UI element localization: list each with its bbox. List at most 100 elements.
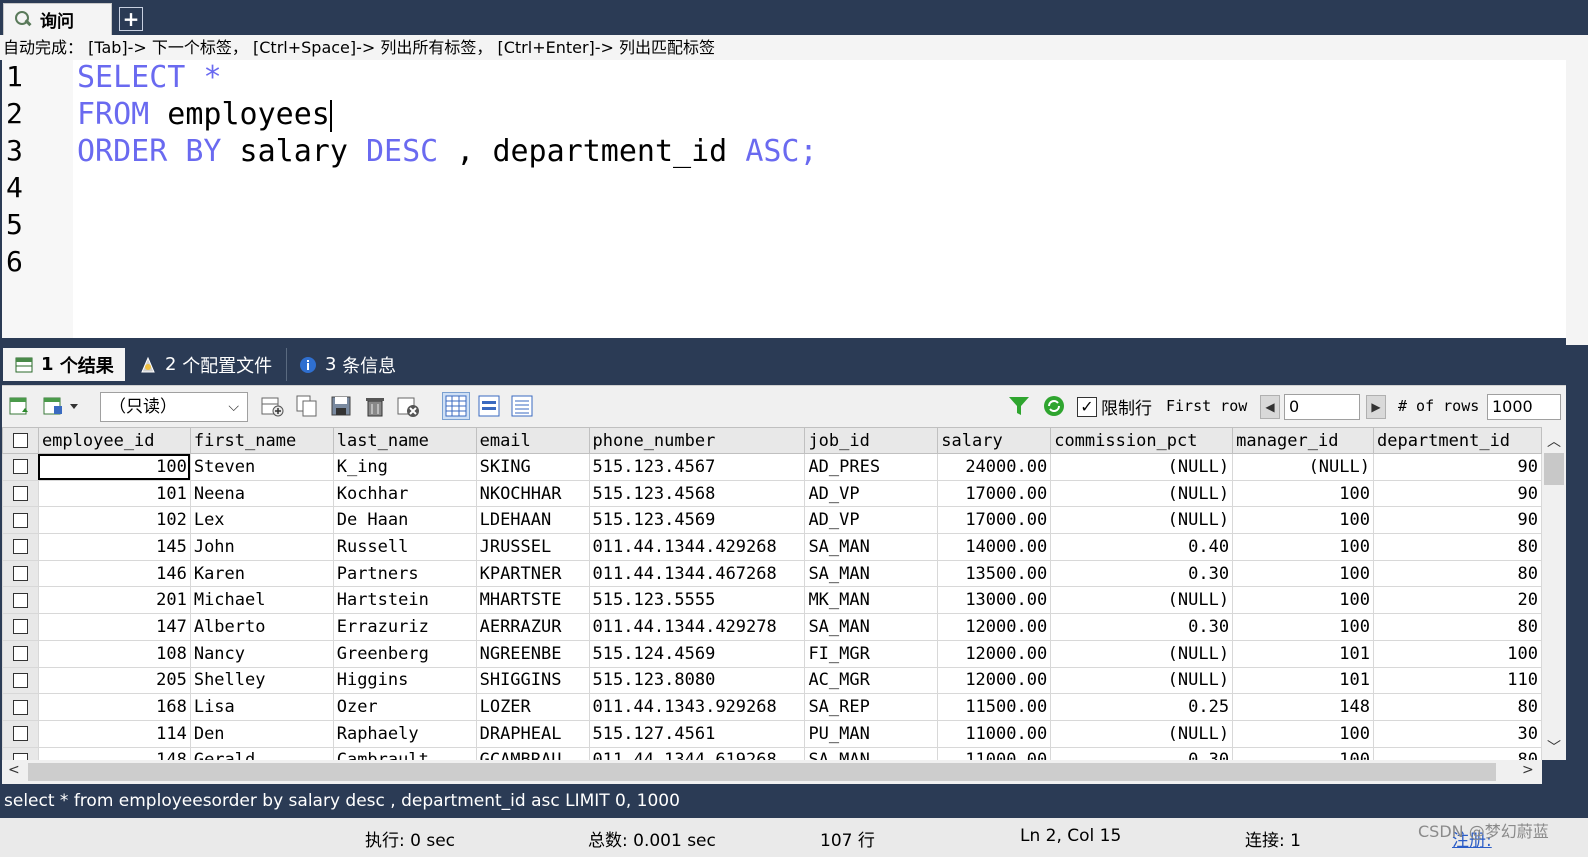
table-cell[interactable]: Lex — [189, 506, 334, 535]
table-cell[interactable]: 011.44.1344.467268 — [588, 559, 806, 588]
scroll-right-icon[interactable]: > — [1522, 762, 1534, 778]
table-cell[interactable]: 90 — [1372, 506, 1542, 535]
table-cell[interactable]: 108 — [37, 639, 191, 668]
export-icon[interactable] — [8, 394, 32, 418]
table-cell[interactable]: 17000.00 — [937, 506, 1052, 535]
table-cell[interactable]: SKING — [475, 453, 590, 481]
table-cell[interactable]: 515.123.4569 — [588, 506, 806, 535]
query-tab[interactable]: 询问 — [3, 3, 112, 35]
checkbox[interactable] — [12, 512, 28, 528]
table-cell[interactable]: SA_MAN — [804, 613, 939, 641]
table-cell[interactable]: 80 — [1372, 533, 1542, 561]
row-checkbox-cell[interactable] — [2, 719, 39, 748]
checkbox[interactable] — [12, 539, 28, 555]
tab-profiles[interactable]: 2 个配置文件 — [127, 348, 283, 381]
table-cell[interactable]: 90 — [1372, 479, 1542, 508]
row-checkbox-cell[interactable] — [2, 479, 39, 508]
table-cell[interactable]: Karen — [189, 559, 334, 588]
table-cell[interactable]: Raphaely — [332, 719, 477, 748]
table-cell[interactable]: 0.30 — [1050, 559, 1234, 588]
table-cell[interactable]: 12000.00 — [937, 639, 1052, 668]
table-cell[interactable]: 168 — [37, 693, 191, 721]
table-cell[interactable]: 11500.00 — [937, 693, 1052, 721]
checkbox[interactable] — [12, 672, 28, 688]
table-cell[interactable]: 80 — [1372, 559, 1542, 588]
table-cell[interactable]: KPARTNER — [475, 559, 590, 588]
first-row-input[interactable]: 0 — [1284, 394, 1360, 420]
table-cell[interactable]: SA_MAN — [804, 559, 939, 588]
table-cell[interactable]: 80 — [1372, 746, 1542, 760]
table-cell[interactable]: Lisa — [189, 693, 334, 721]
table-row[interactable]: 101 Neena Kochhar NKOCHHAR 515.123.4568 AD_VP… — [2, 479, 1542, 508]
refresh-icon[interactable] — [1042, 394, 1066, 418]
table-cell[interactable]: K_ing — [332, 453, 477, 481]
limit-rows-checkbox[interactable]: ✓ — [1077, 397, 1097, 417]
table-cell[interactable]: 11000.00 — [937, 746, 1052, 760]
table-cell[interactable]: 148 — [1232, 693, 1374, 721]
column-header[interactable]: manager_id — [1232, 427, 1374, 454]
checkbox[interactable] — [12, 619, 28, 635]
table-cell[interactable]: 515.123.4567 — [588, 453, 806, 481]
table-cell[interactable]: LDEHAAN — [475, 506, 590, 535]
checkbox[interactable] — [12, 699, 28, 715]
cancel-changes-icon[interactable] — [396, 394, 420, 418]
table-cell[interactable]: 100 — [1232, 479, 1374, 508]
table-cell[interactable]: JRUSSEL — [475, 533, 590, 561]
table-cell[interactable]: SHIGGINS — [475, 666, 590, 695]
table-cell[interactable]: 0.30 — [1050, 613, 1234, 641]
table-cell[interactable]: 515.123.8080 — [588, 666, 806, 695]
sql-editor[interactable]: 1 2 3 4 5 6 SELECT * FROM employees ORDE… — [2, 60, 1566, 338]
table-row[interactable]: 168 Lisa Ozer LOZER 011.44.1343.929268 SA_REP… — [2, 693, 1542, 721]
tab-messages[interactable]: 3 条信息 — [286, 348, 404, 381]
table-cell[interactable]: 12000.00 — [937, 613, 1052, 641]
table-cell[interactable]: (NULL) — [1232, 453, 1374, 481]
table-cell[interactable]: (NULL) — [1050, 506, 1234, 535]
table-cell[interactable]: Russell — [332, 533, 477, 561]
table-cell[interactable]: NGREENBE — [475, 639, 590, 668]
column-header[interactable]: salary — [937, 427, 1052, 454]
table-cell[interactable]: 100 — [1232, 746, 1374, 760]
table-cell[interactable]: 100 — [1372, 639, 1542, 668]
checkbox[interactable] — [12, 433, 28, 448]
table-cell[interactable]: Hartstein — [332, 586, 477, 615]
table-cell[interactable]: 114 — [37, 719, 191, 748]
table-cell[interactable]: AERRAZUR — [475, 613, 590, 641]
table-cell[interactable]: 0.40 — [1050, 533, 1234, 561]
next-page-button[interactable]: ▶ — [1366, 395, 1386, 419]
rows-count-input[interactable]: 1000 — [1487, 394, 1561, 420]
checkbox[interactable] — [12, 646, 28, 662]
table-cell[interactable]: GCAMBRAU — [475, 746, 590, 760]
prev-page-button[interactable]: ◀ — [1260, 395, 1280, 419]
table-cell[interactable]: 101 — [1232, 666, 1374, 695]
scroll-left-icon[interactable]: < — [8, 762, 20, 778]
table-cell[interactable]: Steven — [189, 453, 334, 481]
table-cell[interactable]: 515.123.4568 — [588, 479, 806, 508]
table-cell[interactable]: 100 — [1232, 506, 1374, 535]
checkbox[interactable] — [12, 459, 28, 475]
row-checkbox-cell[interactable] — [2, 453, 39, 481]
table-row[interactable]: 147 Alberto Errazuriz AERRAZUR 011.44.1344.4… — [2, 613, 1542, 641]
table-cell[interactable]: 0.30 — [1050, 746, 1234, 760]
row-checkbox-cell[interactable] — [2, 533, 39, 561]
table-cell[interactable]: AD_VP — [804, 506, 939, 535]
table-cell[interactable]: MHARTSTE — [475, 586, 590, 615]
column-header[interactable]: employee_id — [37, 427, 191, 454]
table-row[interactable]: 114 Den Raphaely DRAPHEAL 515.127.4561 PU_MAN… — [2, 719, 1542, 748]
grid-vertical-scrollbar[interactable]: ︿ ﹀ — [1542, 427, 1566, 760]
checkbox[interactable] — [12, 592, 28, 608]
save-icon[interactable] — [329, 394, 353, 418]
table-cell[interactable]: FI_MGR — [804, 639, 939, 668]
column-header[interactable]: email — [475, 427, 590, 454]
table-cell[interactable]: 13000.00 — [937, 586, 1052, 615]
row-checkbox-cell[interactable] — [2, 746, 39, 760]
table-cell[interactable]: 100 — [1232, 586, 1374, 615]
table-cell[interactable]: 20 — [1372, 586, 1542, 615]
table-cell[interactable]: 515.127.4561 — [588, 719, 806, 748]
table-cell[interactable]: 201 — [37, 586, 191, 615]
table-cell[interactable]: 011.44.1344.429278 — [588, 613, 806, 641]
table-cell[interactable]: 102 — [37, 506, 191, 535]
table-row[interactable]: 205 Shelley Higgins SHIGGINS 515.123.8080 AC_… — [2, 666, 1542, 695]
table-row[interactable]: 145 John Russell JRUSSEL 011.44.1344.429268 S… — [2, 533, 1542, 561]
table-row[interactable]: 100 Steven K_ing SKING 515.123.4567 AD_PRES 24… — [2, 453, 1542, 481]
table-cell[interactable]: 17000.00 — [937, 479, 1052, 508]
